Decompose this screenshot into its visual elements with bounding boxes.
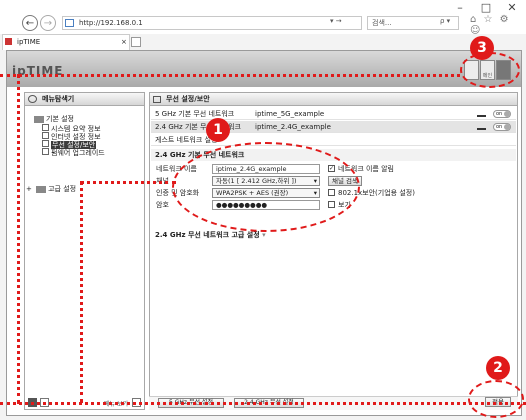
toggle-label: on	[496, 111, 503, 117]
wifi-icon	[477, 110, 486, 117]
minimize-button[interactable]: –	[452, 1, 468, 14]
router-header	[7, 51, 521, 87]
menu-item-label: 펌웨어 업그레이드	[51, 149, 105, 157]
annotation-line-mid	[80, 181, 176, 184]
chevron-down-icon: ▾	[262, 231, 266, 239]
annotation-badge-2: 2	[486, 356, 510, 380]
search-icon[interactable]: ρ ▾	[440, 17, 450, 25]
page-icon	[42, 124, 49, 131]
maximize-button[interactable]: □	[478, 1, 494, 14]
search-placeholder: 검색...	[372, 19, 392, 27]
page-icon	[42, 140, 49, 147]
toggle-5g[interactable]: on	[493, 110, 511, 118]
close-window-button[interactable]: ✕	[504, 1, 520, 14]
tree-advanced[interactable]: + 고급 설정	[26, 185, 76, 193]
menu-item-firmware[interactable]: 펌웨어 업그레이드	[42, 148, 105, 157]
page-icon	[42, 148, 49, 155]
folder-icon	[36, 185, 47, 193]
magnifier-icon	[28, 95, 37, 103]
annotation-badge-1: 1	[206, 118, 230, 142]
forward-button[interactable]: →	[40, 15, 56, 31]
annotation-line-left	[17, 74, 20, 404]
advanced-label: 2.4 GHz 무선 네트워크 고급 설정	[155, 231, 260, 239]
row-ssid: iptime_5G_example	[255, 110, 325, 118]
address-tools[interactable]: ▾ →	[330, 17, 342, 25]
address-bar[interactable]: http://192.168.0.1	[62, 16, 362, 30]
wifi-icon	[477, 123, 486, 130]
row-label: 5 GHz 기본 무선 네트워크	[155, 110, 235, 118]
annotation-circle-3	[460, 52, 520, 88]
advanced-settings-row[interactable]: 2.4 GHz 무선 네트워크 고급 설정 ▾	[151, 229, 516, 241]
annotation-line-top	[0, 74, 460, 77]
back-arrow-icon: ←	[25, 17, 35, 29]
network-row-5g[interactable]: 5 GHz 기본 무선 네트워크 iptime_5G_example on	[151, 108, 516, 120]
tree-basic-label: 기본 설정	[46, 115, 74, 123]
guest-network-row[interactable]: 게스트 네트워크 설정	[151, 134, 516, 146]
toggle-label: on	[496, 124, 503, 130]
annotation-circle-1	[172, 142, 360, 232]
annotation-line-bottom	[0, 402, 526, 405]
page-icon	[42, 132, 49, 139]
tree-advanced-label: 고급 설정	[48, 185, 77, 193]
browser-tab[interactable]: ipTIME ×	[2, 34, 130, 50]
annotation-circle-2	[468, 380, 524, 418]
annotation-line-mid-vertical	[80, 181, 83, 403]
menu-title: 메뉴탐색기	[25, 93, 144, 106]
expand-icon: +	[26, 185, 32, 193]
page-icon	[65, 19, 74, 27]
toggle-24g[interactable]: on	[493, 123, 511, 131]
tree-basic[interactable]: 기본 설정	[34, 115, 74, 123]
toolbar-icons[interactable]: ⌂ ☆ ⚙ ☺	[470, 14, 526, 36]
settings-title: 무선 설정/보안	[150, 93, 517, 106]
settings-title-icon	[153, 96, 161, 103]
forward-arrow-icon: →	[43, 17, 53, 29]
back-button[interactable]: ←	[22, 15, 38, 31]
url-text: http://192.168.0.1	[79, 19, 143, 27]
folder-icon	[34, 115, 44, 123]
tab-title: ipTIME	[17, 38, 41, 46]
annotation-badge-3: 3	[470, 36, 494, 60]
tab-close-icon[interactable]: ×	[121, 35, 127, 49]
row-ssid: iptime_2.4G_example	[255, 123, 331, 131]
new-tab-button[interactable]	[131, 37, 141, 47]
favicon-icon	[5, 38, 12, 45]
